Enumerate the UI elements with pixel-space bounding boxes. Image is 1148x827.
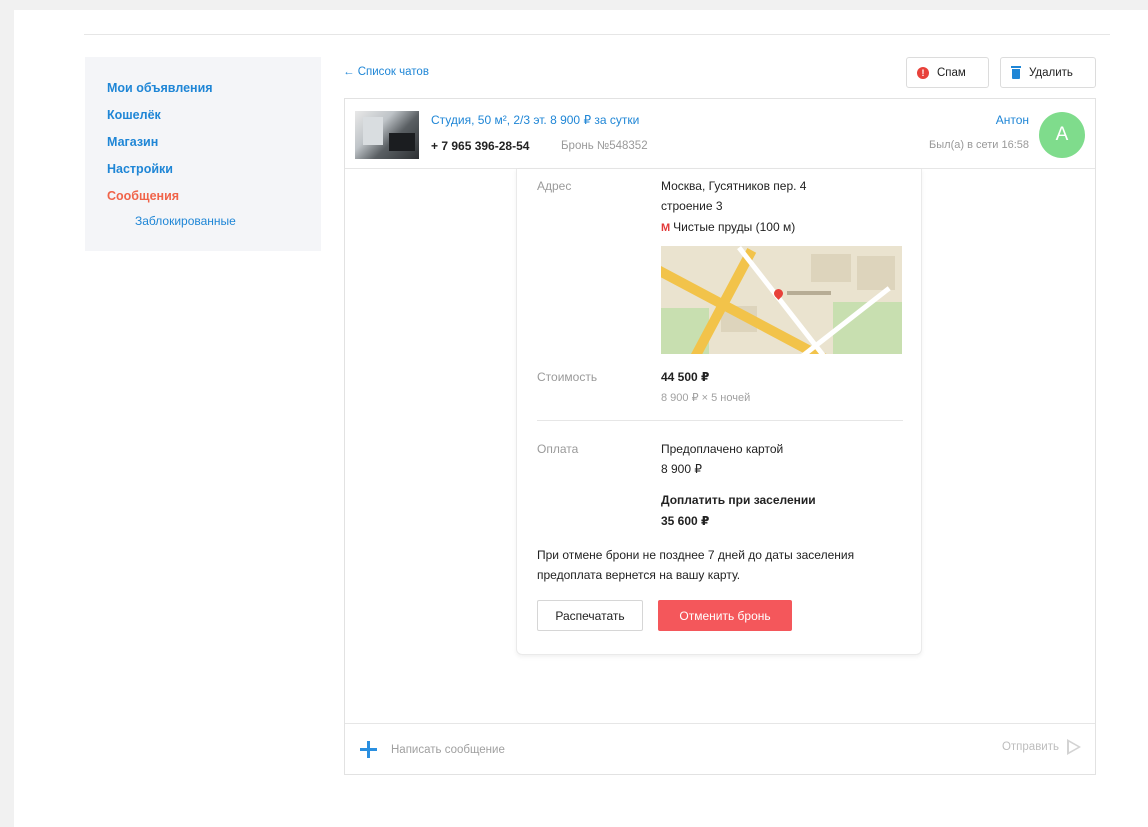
cost-total: 44 500 ₽ <box>661 370 710 384</box>
cost-detail: 8 900 ₽ × 5 ночей <box>661 392 751 404</box>
cancellation-note: При отмене брони не позднее 7 дней до да… <box>537 548 855 582</box>
plus-icon[interactable] <box>360 741 377 758</box>
sidebar-item-my-ads[interactable]: Мои объявления <box>107 75 321 102</box>
cost-label: Стоимость <box>537 370 598 384</box>
page: Мои объявления Кошелёк Магазин Настройки… <box>14 10 1148 827</box>
top-divider <box>84 34 1110 35</box>
print-button[interactable]: Распечатать <box>537 600 643 631</box>
user-name-link[interactable]: Антон <box>996 113 1029 127</box>
booking-number: Бронь №548352 <box>561 140 648 152</box>
delete-button-label: Удалить <box>1029 66 1073 79</box>
avatar[interactable]: А <box>1039 112 1085 158</box>
last-seen-status: Был(а) в сети 16:58 <box>929 139 1029 151</box>
metro-station: М Чистые пруды (100 м) <box>661 220 795 234</box>
prepaid-label: Предоплачено картой <box>661 442 784 456</box>
send-icon <box>1067 739 1081 755</box>
listing-title-link[interactable]: Студия, 50 м², 2/3 эт. 8 900 ₽ за сутки <box>431 113 639 127</box>
sidebar: Мои объявления Кошелёк Магазин Настройки… <box>85 57 321 251</box>
spam-button-label: Спам <box>937 66 966 79</box>
cancel-booking-button[interactable]: Отменить бронь <box>658 600 792 631</box>
metro-icon: М <box>661 222 671 234</box>
address-label: Адрес <box>537 179 572 193</box>
address-line1: Москва, Гусятников пер. 4 <box>661 179 807 193</box>
listing-thumbnail[interactable] <box>355 111 419 159</box>
sidebar-item-wallet[interactable]: Кошелёк <box>107 102 321 129</box>
message-composer: Отправить <box>345 723 1095 774</box>
due-label: Доплатить при заселении <box>661 493 816 507</box>
card-divider <box>537 420 903 421</box>
chat-header: Студия, 50 м², 2/3 эт. 8 900 ₽ за сутки … <box>345 99 1095 169</box>
booking-card: Адрес Москва, Гусятников пер. 4 строение… <box>516 169 922 655</box>
chat-panel: Студия, 50 м², 2/3 эт. 8 900 ₽ за сутки … <box>344 98 1096 775</box>
location-map[interactable] <box>661 246 902 354</box>
prepaid-amount: 8 900 ₽ <box>661 462 702 476</box>
due-amount: 35 600 ₽ <box>661 514 710 528</box>
phone-number: + 7 965 396-28-54 <box>431 139 530 153</box>
sidebar-item-blocked[interactable]: Заблокированные <box>135 212 321 230</box>
sidebar-item-settings[interactable]: Настройки <box>107 156 321 183</box>
sidebar-item-shop[interactable]: Магазин <box>107 129 321 156</box>
payment-label: Оплата <box>537 442 579 456</box>
alert-icon: ! <box>917 66 929 79</box>
message-input[interactable] <box>391 740 931 760</box>
send-button[interactable]: Отправить <box>1002 739 1081 755</box>
send-button-label: Отправить <box>1001 741 1059 753</box>
trash-icon <box>1011 66 1021 79</box>
back-to-chats-link[interactable]: ← Список чатов <box>343 66 429 78</box>
spam-button[interactable]: ! Спам <box>906 57 989 88</box>
address-line2: строение 3 <box>661 199 723 213</box>
metro-station-label: Чистые пруды (100 м) <box>673 220 796 234</box>
delete-button[interactable]: Удалить <box>1000 57 1096 88</box>
sidebar-item-messages[interactable]: Сообщения <box>107 183 321 210</box>
